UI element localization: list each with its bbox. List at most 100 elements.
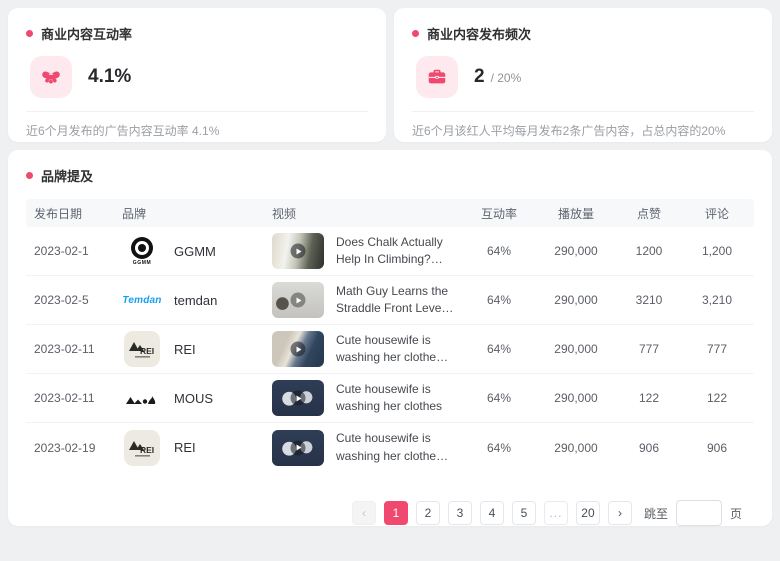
brand-name: REI [174, 342, 196, 357]
publish-frequency-card: 商业内容发布频次 2 / 20% [394, 8, 772, 142]
pagination-prev-button[interactable]: ‹ [352, 501, 376, 525]
pagination-page-20[interactable]: 20 [576, 501, 600, 525]
publish-date: 2023-02-11 [26, 342, 114, 356]
engagement-rate-value: 64% [464, 244, 534, 258]
comments-value: 906 [680, 441, 754, 455]
publish-date: 2023-02-5 [26, 293, 114, 307]
engagement-rate-footer: 近6个月发布的广告内容互动率 4.1% [26, 122, 368, 139]
likes-value: 777 [618, 342, 680, 356]
brand-cell: REI REI [114, 430, 264, 466]
publish-frequency-title: 商业内容发布频次 [427, 24, 531, 43]
pagination-next-button[interactable]: › [608, 501, 632, 525]
pagination: ‹ 12345...20 › 跳至 页 [38, 500, 742, 526]
publish-date: 2023-02-1 [26, 244, 114, 258]
video-cell[interactable]: Cute housewife is washing her clothes at… [264, 430, 464, 466]
brand-cell: REI REI [114, 331, 264, 367]
engagement-rate-value: 64% [464, 441, 534, 455]
video-cell[interactable]: Does Chalk Actually Help In Climbing? #s… [264, 233, 464, 269]
table-row: 2023-02-11 MOUS Cute housewife is washin… [26, 374, 754, 423]
likes-value: 1200 [618, 244, 680, 258]
video-title[interactable]: Math Guy Learns the Straddle Front Lever… [336, 283, 454, 318]
publish-date: 2023-02-11 [26, 391, 114, 405]
pagination-page-2[interactable]: 2 [416, 501, 440, 525]
column-header-likes: 点赞 [618, 205, 680, 222]
engagement-rate-card: 商业内容互动率 4.1% [8, 8, 386, 142]
bullet-dot-icon [26, 172, 33, 179]
pagination-page-1[interactable]: 1 [384, 501, 408, 525]
play-icon [291, 293, 306, 308]
video-thumbnail[interactable] [272, 233, 324, 269]
video-title[interactable]: Cute housewife is washing her clothes [336, 381, 454, 416]
column-header-date: 发布日期 [26, 205, 114, 222]
engagement-rate-title: 商业内容互动率 [41, 24, 132, 43]
publish-frequency-suffix: / 20% [491, 71, 522, 85]
video-title[interactable]: Cute housewife is washing her clothes at… [336, 430, 454, 465]
views-value: 290,000 [534, 293, 618, 307]
video-thumbnail[interactable] [272, 430, 324, 466]
pagination-page-3[interactable]: 3 [448, 501, 472, 525]
table-row: 2023-02-5 Temdan temdan Math Guy Learns … [26, 276, 754, 325]
publish-frequency-value-row: 2 / 20% [474, 66, 521, 88]
publish-frequency-footer: 近6个月该红人平均每月发布2条广告内容，占总内容的20% [412, 122, 754, 139]
brand-name: GGMM [174, 244, 216, 259]
temdan-brand-logo: Temdan [122, 295, 162, 306]
engagement-rate-value: 64% [464, 342, 534, 356]
video-cell[interactable]: Math Guy Learns the Straddle Front Lever… [264, 282, 464, 318]
brand-cell: Temdan temdan [114, 293, 264, 308]
table-row: 2023-02-19 REI REI Cute housewife is was… [26, 423, 754, 472]
svg-text:REI: REI [140, 445, 154, 455]
column-header-video: 视频 [264, 205, 464, 222]
table-row: 2023-02-11 REI REI Cute housewife is was… [26, 325, 754, 374]
mous-brand-logo [122, 392, 162, 405]
engagement-rate-body: 4.1% [26, 56, 368, 98]
brand-cell: MOUS [114, 391, 264, 406]
column-header-views: 播放量 [534, 205, 618, 222]
pagination-page-4[interactable]: 4 [480, 501, 504, 525]
comments-value: 3,210 [680, 293, 754, 307]
likes-value: 3210 [618, 293, 680, 307]
jump-page-input[interactable] [676, 500, 722, 526]
card-title-row: 商业内容互动率 [26, 24, 368, 43]
table-row: 2023-02-1 GGMM GGMM Does Chalk Actually … [26, 227, 754, 276]
rei-brand-logo: REI [122, 430, 162, 466]
engagement-rate-value: 64% [464, 293, 534, 307]
table-header-row: 发布日期 品牌 视频 互动率 播放量 点赞 评论 [26, 199, 754, 227]
card-divider [26, 111, 368, 112]
likes-value: 906 [618, 441, 680, 455]
brand-name: REI [174, 440, 196, 455]
rei-brand-logo: REI [122, 331, 162, 367]
video-thumbnail[interactable] [272, 331, 324, 367]
video-thumbnail[interactable] [272, 282, 324, 318]
engagement-rate-value: 4.1% [88, 66, 131, 88]
video-thumbnail[interactable] [272, 380, 324, 416]
views-value: 290,000 [534, 244, 618, 258]
column-header-engagement: 互动率 [464, 205, 534, 222]
jump-to-label: 跳至 [644, 505, 668, 522]
handshake-icon [30, 56, 72, 98]
bullet-dot-icon [26, 30, 33, 37]
brand-mentions-title: 品牌提及 [41, 166, 93, 185]
pagination-ellipsis[interactable]: ... [544, 501, 568, 525]
video-title[interactable]: Does Chalk Actually Help In Climbing? #s… [336, 234, 454, 269]
pagination-pages: 12345... 20 [384, 501, 600, 525]
play-icon [291, 342, 306, 357]
views-value: 290,000 [534, 342, 618, 356]
brand-mentions-card: 品牌提及 发布日期 品牌 视频 互动率 播放量 点赞 评论 2023-02-1 … [8, 150, 772, 526]
video-cell[interactable]: Cute housewife is washing her clothes [264, 380, 464, 416]
publish-frequency-body: 2 / 20% [412, 56, 754, 98]
svg-text:REI: REI [140, 346, 154, 356]
stat-cards-row: 商业内容互动率 4.1% [8, 8, 772, 142]
card-title-row: 商业内容发布频次 [412, 24, 754, 43]
video-title[interactable]: Cute housewife is washing her clothes at… [336, 332, 454, 367]
video-cell[interactable]: Cute housewife is washing her clothes at… [264, 331, 464, 367]
column-header-brand: 品牌 [114, 205, 264, 222]
ggmm-brand-logo: GGMM [122, 237, 162, 266]
publish-frequency-value: 2 [474, 66, 485, 88]
comments-value: 122 [680, 391, 754, 405]
pagination-page-5[interactable]: 5 [512, 501, 536, 525]
briefcase-icon [416, 56, 458, 98]
views-value: 290,000 [534, 391, 618, 405]
bullet-dot-icon [412, 30, 419, 37]
brand-name: temdan [174, 293, 217, 308]
likes-value: 122 [618, 391, 680, 405]
